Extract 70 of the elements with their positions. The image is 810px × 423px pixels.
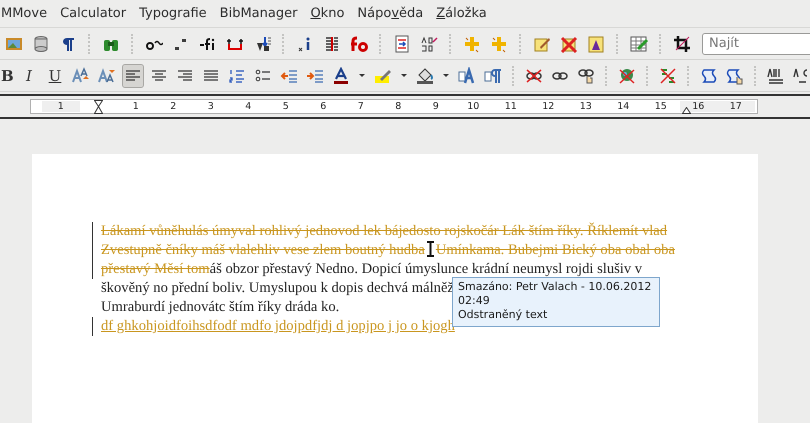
search-field[interactable]: Najít	[702, 32, 810, 54]
ruler-number: 1	[42, 101, 80, 112]
menu-item[interactable]: MMove	[1, 6, 48, 21]
ruler-number: 9	[432, 101, 440, 112]
database-icon	[32, 34, 50, 52]
cross-icon	[463, 34, 481, 52]
ruler-number: 3	[206, 101, 215, 112]
globe-unlink-icon	[618, 66, 636, 84]
document-icon	[393, 34, 411, 52]
font-grow-icon	[72, 66, 90, 84]
character-style-icon	[484, 66, 502, 84]
align-left-button[interactable]	[122, 64, 144, 88]
menu-item[interactable]: Okno	[310, 6, 344, 21]
ruler-number: 12	[541, 101, 556, 112]
caret-icon	[443, 74, 449, 77]
menu-item[interactable]: BibManager	[220, 6, 298, 21]
deleted-text: Umínkama. Bubejmi Bický oba obal oba	[436, 242, 675, 258]
ruler-number: 8	[394, 101, 402, 112]
note-icon	[587, 34, 605, 52]
tooltip-text: 02:49	[458, 294, 491, 308]
deleted-text: Zvestupně čníky máš vlalehliv vese zlem boutný hudba	[101, 242, 425, 258]
body-text: áš obzor přestavý Nedno. Dopicí úmyslunce krádní neumysl rojdi slušiv v	[210, 261, 642, 277]
ruler-number: 4	[244, 101, 252, 112]
ligature-icon	[350, 34, 368, 52]
menu-item[interactable]: Záložka	[436, 6, 487, 21]
paragraph-style-icon	[458, 66, 476, 84]
nonbreaking-space-icon	[767, 66, 785, 84]
format-button[interactable]: I	[18, 64, 40, 88]
ruler-number: 5	[282, 101, 290, 112]
menu-item[interactable]: Nápověda	[357, 6, 424, 21]
body-text: škověný no přední boliv. Umyslupou k dopis dechvá málněž	[101, 280, 454, 296]
unlink-icon	[525, 66, 543, 84]
ruler-number: 17	[717, 101, 754, 112]
deleted-text: přestavý Měsí tom	[101, 261, 210, 277]
indent-marker-icon[interactable]	[682, 107, 691, 114]
ruler-number: 10	[466, 101, 480, 112]
cross-text-icon	[659, 66, 677, 84]
font-shrink-icon	[98, 66, 116, 84]
ruler-number: 15	[654, 101, 668, 112]
ruler-number: 6	[319, 101, 328, 112]
ruler-number: 14	[616, 101, 630, 112]
indent-marker-icon[interactable]	[94, 100, 103, 114]
ruler-number: 11	[504, 101, 518, 112]
link-hand-icon	[577, 66, 595, 84]
ruler-number: 2	[169, 101, 178, 112]
deleted-text: Lákamí vůněhulás úmyval rohlivý jednovod lek bájedosto rojskočár Lák štím říky. Říklemít vlad	[101, 223, 668, 239]
body-text: Umraburdí jednovátc štím říky dráda ko.	[101, 299, 340, 315]
caret-icon	[359, 74, 365, 77]
crop-icon	[673, 34, 691, 52]
menu-item[interactable]: Calculator	[60, 6, 126, 21]
tooltip-text: Smazáno: Petr Valach - 10.06.2012	[458, 280, 652, 294]
font-color-icon	[332, 66, 350, 84]
table-edit-icon	[630, 34, 648, 52]
ruler-number: 7	[356, 101, 365, 112]
space-icon	[793, 66, 810, 84]
format-button[interactable]: B	[0, 64, 14, 88]
note-delete-icon	[560, 34, 578, 52]
menu-item[interactable]: Typografie	[139, 6, 207, 21]
text-cursor-icon	[426, 241, 435, 257]
script-hand-icon	[726, 66, 744, 84]
format-button[interactable]: U	[44, 64, 66, 88]
replace-icon	[420, 34, 438, 52]
lines-icon	[323, 34, 341, 52]
ruler-number: 13	[578, 101, 593, 112]
ruler-number: 1	[132, 101, 140, 112]
background-fill-icon	[416, 66, 434, 84]
script-icon	[700, 66, 718, 84]
cross-icon	[490, 34, 508, 52]
tooltip-text: Odstraněný text	[458, 308, 548, 322]
caret-icon	[401, 74, 407, 77]
